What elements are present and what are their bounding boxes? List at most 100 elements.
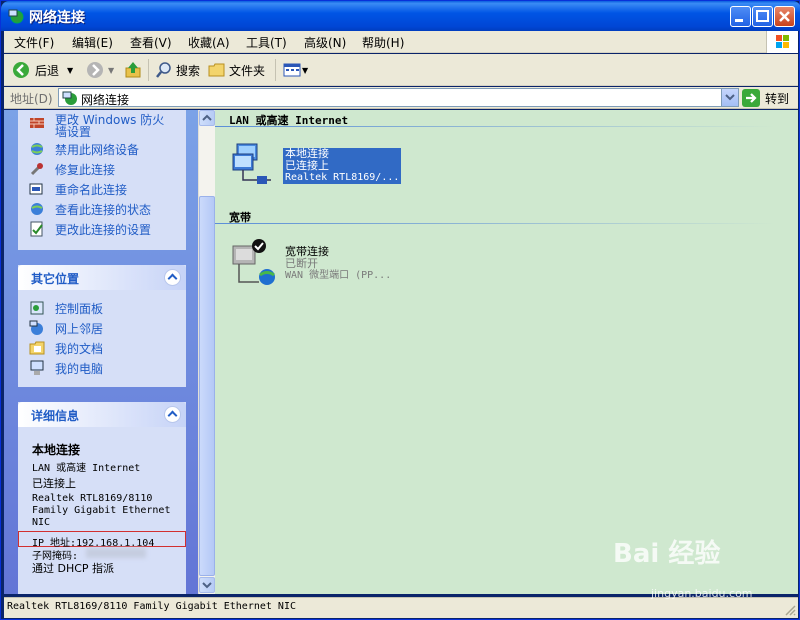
title-bar[interactable]: 网络连接: [1, 1, 800, 31]
views-dropdown-icon: ▼: [302, 65, 309, 75]
folders-label: 文件夹: [229, 63, 266, 78]
details-device-line3: NIC: [32, 517, 51, 528]
chevron-down-icon: [725, 94, 735, 101]
connection-broadband-text: 宽带连接 已断开 WAN 微型端口 (PP...: [283, 246, 393, 282]
maximize-button[interactable]: [752, 6, 773, 27]
up-folder-icon: [125, 62, 141, 78]
place-control-panel[interactable]: 控制面板: [29, 300, 103, 317]
task-repair-connection[interactable]: 修复此连接: [29, 161, 115, 178]
menu-tools[interactable]: 工具(T): [246, 34, 287, 51]
search-label: 搜索: [176, 63, 201, 78]
address-input[interactable]: 网络连接: [58, 88, 739, 107]
details-device-line1: Realtek RTL8169/8110: [32, 493, 153, 504]
place-label: 控制面板: [55, 302, 104, 316]
task-pane-scrollbar[interactable]: [198, 110, 215, 594]
task-pane: 更改 Windows 防火墙设置 禁用此网络设备 修复此连接 重命名此连接 查看…: [4, 110, 198, 594]
place-network-neighborhood[interactable]: 网上邻居: [29, 320, 103, 337]
subnet-redacted: [86, 548, 146, 558]
lan-connection-icon: [232, 143, 271, 184]
group-divider: [215, 126, 775, 127]
scroll-down-button[interactable]: [199, 577, 215, 593]
address-value: 网络连接: [81, 93, 130, 107]
back-button[interactable]: 后退 ▼: [12, 58, 73, 82]
up-folder-button[interactable]: [124, 58, 142, 82]
menu-edit[interactable]: 编辑(E): [72, 34, 113, 51]
network-neighborhood-icon: [29, 320, 43, 335]
menu-bar: 文件(F) 编辑(E) 查看(V) 收藏(A) 工具(T) 高级(N) 帮助(H…: [4, 31, 798, 53]
other-places-header[interactable]: 其它位置: [18, 265, 186, 290]
address-dropdown-button[interactable]: [721, 89, 738, 106]
task-view-status[interactable]: 查看此连接的状态: [29, 201, 151, 218]
task-label: 重命名此连接: [55, 183, 128, 197]
baidu-watermark-url: jingyan.baidu.com: [651, 587, 753, 600]
details-device-line2: Family Gigabit Ethernet: [32, 505, 171, 516]
scroll-up-button[interactable]: [199, 110, 215, 126]
collapse-icon[interactable]: [164, 406, 181, 423]
details-connection-name: 本地连接: [32, 443, 81, 457]
other-places-panel: 其它位置 控制面板 网上邻居 我的文档 我的电脑: [18, 265, 186, 387]
task-rename-connection[interactable]: 重命名此连接: [29, 181, 127, 198]
place-label: 网上邻居: [55, 322, 104, 336]
folders-button[interactable]: 文件夹: [208, 58, 265, 82]
settings-icon: [30, 221, 43, 237]
address-label: 地址(D): [10, 92, 53, 106]
close-icon: [779, 11, 790, 22]
group-divider: [215, 223, 775, 224]
menu-advanced[interactable]: 高级(N): [304, 34, 346, 51]
search-icon: [156, 62, 171, 78]
menu-view[interactable]: 查看(V): [130, 34, 172, 51]
close-button[interactable]: [774, 6, 795, 27]
task-label: 更改此连接的设置: [55, 223, 152, 237]
toolbar-separator: [275, 59, 276, 81]
my-documents-icon: [29, 341, 45, 355]
status-text: Realtek RTL8169/8110 Family Gigabit Ethe…: [7, 601, 296, 612]
folder-icon: [208, 63, 225, 77]
windows-logo: [766, 31, 798, 53]
network-tasks-panel: 更改 Windows 防火墙设置 禁用此网络设备 修复此连接 重命名此连接 查看…: [18, 110, 186, 250]
minimize-button[interactable]: [730, 6, 751, 27]
collapse-icon[interactable]: [164, 269, 181, 286]
firewall-icon: [30, 118, 44, 128]
menu-file[interactable]: 文件(F): [14, 34, 54, 51]
views-button[interactable]: ▼: [283, 58, 308, 82]
task-change-firewall[interactable]: 更改 Windows 防火墙设置: [29, 114, 175, 138]
menu-help[interactable]: 帮助(H): [362, 34, 404, 51]
place-label: 我的文档: [55, 342, 104, 356]
address-bar: 地址(D) 网络连接 转到: [4, 87, 798, 109]
globe-disable-icon: [31, 143, 43, 155]
place-my-computer[interactable]: 我的电脑: [29, 360, 103, 377]
place-label: 我的电脑: [55, 362, 104, 376]
other-places-title: 其它位置: [31, 272, 80, 286]
connection-device: WAN 微型端口 (PP...: [285, 270, 392, 281]
go-button[interactable]: 转到: [742, 88, 789, 108]
forward-dropdown-icon[interactable]: ▼: [108, 66, 114, 75]
connection-status: 已断开: [285, 257, 318, 270]
task-disable-device[interactable]: 禁用此网络设备: [29, 141, 139, 158]
forward-button[interactable]: ▼: [86, 58, 114, 82]
toolbar: 后退 ▼ ▼ 搜索 文件夹 ▼: [4, 54, 798, 86]
place-my-documents[interactable]: 我的文档: [29, 340, 103, 357]
resize-grip-icon[interactable]: [782, 602, 796, 616]
broadband-connection-icon: [232, 239, 275, 285]
menu-favorites[interactable]: 收藏(A): [188, 34, 230, 51]
search-button[interactable]: 搜索: [155, 58, 200, 82]
maximize-icon: [756, 10, 769, 22]
toolbar-separator: [148, 59, 149, 81]
forward-arrow-icon: [87, 62, 103, 78]
network-connections-icon: [8, 9, 24, 24]
status-bar: Realtek RTL8169/8110 Family Gigabit Ethe…: [4, 597, 798, 618]
details-title: 详细信息: [31, 409, 80, 423]
back-label: 后退: [35, 63, 60, 78]
scroll-thumb[interactable]: [199, 196, 215, 576]
details-connection-type: LAN 或高速 Internet: [32, 463, 141, 474]
details-header[interactable]: 详细信息: [18, 402, 186, 427]
connection-local-text: 本地连接 已连接上 Realtek RTL8169/...: [283, 148, 402, 184]
task-label: 修复此连接: [55, 163, 116, 177]
task-change-settings[interactable]: 更改此连接的设置: [29, 221, 151, 238]
connections-view: LAN 或高速 Internet 本地连接 已连接上 Realtek RTL81…: [215, 110, 798, 594]
back-dropdown-icon[interactable]: ▼: [67, 66, 73, 75]
windows-flag-icon: [776, 35, 789, 48]
back-arrow-icon: [13, 62, 29, 78]
go-label: 转到: [765, 91, 790, 106]
status-icon: [31, 203, 43, 215]
